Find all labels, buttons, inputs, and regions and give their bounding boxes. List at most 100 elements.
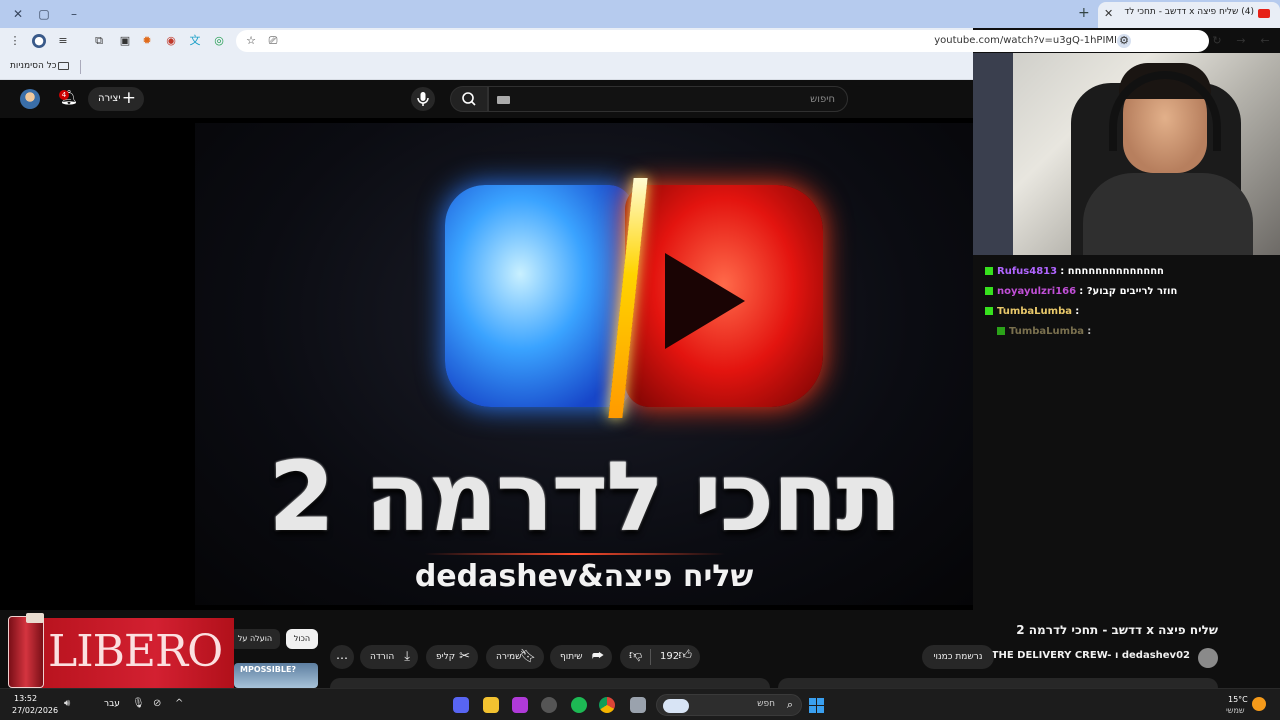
search-icon: ⌕ [786, 698, 793, 711]
chat-user: TumbaLumba [1009, 326, 1084, 337]
profile-icon[interactable]: ● [32, 34, 46, 48]
ad-overlay[interactable]: LIBERO [0, 612, 236, 692]
voice-search-button[interactable] [411, 87, 435, 111]
chat-badge-icon [997, 327, 1005, 335]
maximize-window-icon[interactable]: ▢ [36, 6, 52, 22]
microphone-icon [417, 92, 429, 106]
more-actions-button[interactable]: … [330, 645, 354, 669]
network-off-icon[interactable]: ⊘ [153, 698, 161, 709]
forward-icon[interactable]: → [1234, 34, 1248, 48]
microphone-tray-icon[interactable]: 🎙︎ [132, 698, 145, 709]
description-box[interactable] [330, 678, 770, 688]
weather-cloud-icon [663, 699, 689, 713]
new-tab-button[interactable]: + [1078, 5, 1090, 21]
close-tab-icon[interactable]: ✕ [1104, 7, 1113, 20]
chat-badge-icon [985, 287, 993, 295]
bookmarks-divider [80, 60, 81, 74]
extension-orange-icon[interactable]: ✹ [140, 34, 154, 48]
bookmarks-bar: כל הסימניות [0, 54, 973, 80]
chat-text: : חחחחחחחחחחחחחח [1060, 266, 1164, 277]
share-button[interactable]: שיתוף ⮫ [550, 645, 612, 669]
obs-app-icon[interactable] [541, 697, 557, 713]
filter-chip-all[interactable]: הכול [286, 629, 318, 649]
language-indicator[interactable]: עבר [104, 699, 120, 709]
minimize-window-icon[interactable]: – [66, 6, 82, 22]
download-button[interactable]: הורדה ⤓ [360, 645, 418, 669]
address-bar[interactable]: ☆ ⎚ youtube.com/watch?v=u3gQ-1hPIMI ⚙ [236, 30, 1209, 52]
dislike-icon[interactable]: 👎︎ [629, 648, 642, 663]
notification-count-badge: 4 [59, 90, 69, 100]
windows-taskbar: 13:52 27/02/2026 🔊︎ עבר 🎙︎ ⊘ ^ חפש ⌕ 15°… [0, 688, 1280, 720]
cast-icon[interactable]: ⎚ [266, 34, 280, 48]
extension-translate-icon[interactable]: 文 [188, 34, 202, 48]
subscribed-button[interactable]: נרשמת כמנוי [922, 645, 994, 669]
spotify-app-icon[interactable] [571, 697, 587, 713]
browser-tab[interactable]: (4) שליח פיצה x דדשב - תחכי לדרמה 2 ✕ [1098, 2, 1280, 28]
search-input[interactable]: חיפוש [488, 86, 848, 112]
filter-chip-uploaded[interactable]: הועלה על [230, 629, 280, 649]
sun-icon[interactable] [1252, 697, 1266, 711]
chat-text: : ?חוזר לרייבים קבוע [1079, 286, 1178, 297]
play-triangle-icon [665, 253, 745, 349]
bottle-cap [26, 613, 44, 623]
create-button[interactable]: יצירה + [88, 87, 144, 111]
media-controls-icon[interactable]: ≡ [56, 34, 70, 48]
browser-toolbar: ⋮ ● ≡ ⧉ ▣ ✹ ◉ 文 ◎ ☆ ⎚ youtube.com/watch?… [0, 28, 1270, 54]
menu-kebab-icon[interactable]: ⋮ [8, 34, 22, 48]
chrome-app-icon[interactable] [599, 697, 615, 713]
discord-app-icon[interactable] [453, 697, 469, 713]
channel-name[interactable]: THE DELIVERY CREW- ו dedashev02 [992, 650, 1190, 661]
close-window-icon[interactable]: ✕ [10, 6, 26, 22]
thumbnail-title: תחכי לדרמה 2 [268, 441, 902, 553]
youtube-logo-blue-half [445, 185, 633, 407]
browser-tab-strip: ✕ ▢ – + (4) שליח פיצה x דדשב - תחכי לדרמ… [0, 0, 1280, 28]
chat-message: TumbaLumba : [985, 306, 1079, 324]
chat-text: : [1075, 306, 1080, 317]
search-button[interactable] [450, 86, 488, 112]
taskbar-search-label: חפש [757, 699, 775, 709]
volume-icon[interactable]: 🔊︎ [64, 698, 70, 709]
channel-avatar[interactable] [1198, 648, 1218, 668]
extension-green-icon[interactable]: ◎ [212, 34, 226, 48]
video-thumbnail[interactable]: תחכי לדרמה 2 dedashev&שליח פיצה [195, 123, 973, 605]
weather-description[interactable]: שמשי [1226, 706, 1245, 715]
webcam-background-wall [973, 53, 1013, 255]
save-button[interactable]: שמירה 🔖︎ [486, 645, 544, 669]
scissors-icon: ✂ [459, 649, 470, 664]
ad-brand: LIBERO [48, 626, 223, 677]
clock-date[interactable]: 27/02/2026 [12, 706, 58, 715]
webcam-overlay [973, 53, 1280, 255]
clip-button[interactable]: קליפ ✂ [426, 645, 478, 669]
share-label: שיתוף [560, 652, 583, 662]
like-count: 192 [660, 651, 680, 662]
clock-time[interactable]: 13:52 [14, 694, 37, 703]
comments-box[interactable] [778, 678, 1218, 688]
reload-icon[interactable]: ↻ [1210, 34, 1224, 48]
all-bookmarks-link[interactable]: כל הסימניות [10, 61, 57, 71]
site-settings-icon[interactable]: ⚙ [1117, 34, 1131, 48]
video-player[interactable]: תחכי לדרמה 2 dedashev&שליח פיצה [0, 118, 973, 610]
weather-temperature[interactable]: 15°C [1228, 695, 1248, 704]
related-video-thumbnail[interactable]: MPOSSIBLE? [234, 663, 318, 688]
streamer-shirt [1083, 173, 1253, 255]
create-label: יצירה [98, 93, 121, 104]
task-view-icon[interactable] [630, 697, 646, 713]
keyboard-icon[interactable] [497, 96, 510, 104]
extension-screen-icon[interactable]: ▣ [118, 34, 132, 48]
like-icon[interactable]: 👍︎ [678, 648, 692, 663]
back-icon[interactable]: ← [1258, 34, 1272, 48]
windows-start-button[interactable] [809, 698, 824, 713]
share-icon: ⮫ [591, 649, 604, 664]
account-avatar[interactable] [20, 89, 40, 109]
taskbar-search[interactable]: חפש ⌕ [656, 694, 802, 716]
file-explorer-icon[interactable] [483, 697, 499, 713]
bookmark-star-icon[interactable]: ☆ [244, 34, 258, 48]
extensions-icon[interactable]: ⧉ [92, 34, 106, 48]
thumbnail-subtitle: dedashev&שליח פיצה [414, 559, 754, 594]
extension-avatar-icon[interactable]: ◉ [164, 34, 178, 48]
show-hidden-icons-chevron-icon[interactable]: ^ [175, 698, 183, 709]
chat-text: : [1087, 326, 1092, 337]
chat-user: TumbaLumba [997, 306, 1072, 317]
chat-badge-icon [985, 267, 993, 275]
media-app-icon[interactable] [512, 697, 528, 713]
